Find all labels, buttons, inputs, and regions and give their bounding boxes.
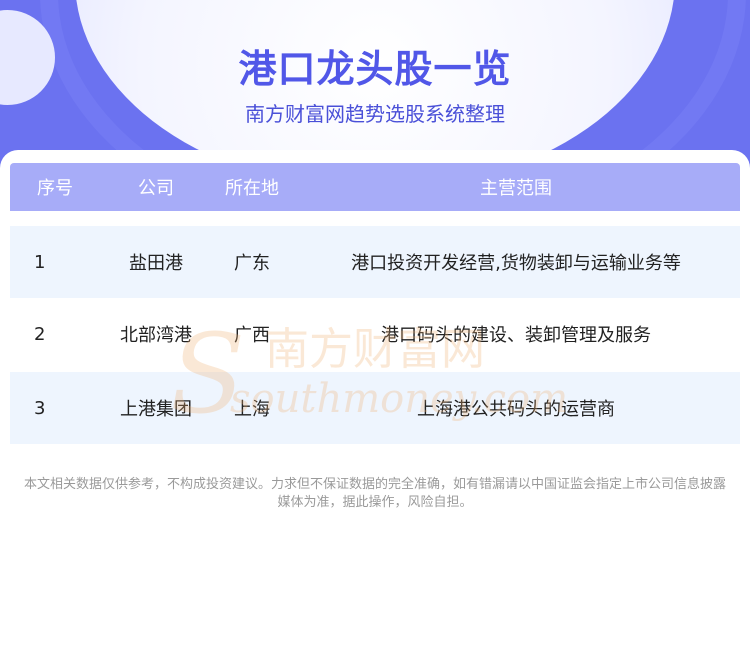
row-location: 广东	[234, 253, 270, 274]
page-title: 港口龙头股一览	[238, 47, 512, 91]
row-company: 上港集团	[120, 399, 192, 420]
table-row: 2 北部湾港 广西 港口码头的建设、装卸管理及服务	[10, 298, 740, 370]
row-location: 广西	[234, 325, 270, 346]
row-business: 上海港公共码头的运营商	[417, 399, 615, 420]
disclaimer-line-2: 媒体为准，据此操作，风险自担。	[277, 495, 473, 510]
table-row: 1 盐田港 广东 港口投资开发经营,货物装卸与运输业务等	[10, 226, 740, 298]
header-company: 公司	[138, 178, 174, 199]
row-index: 3	[34, 397, 46, 419]
table-row: 3 上港集团 上海 上海港公共码头的运营商	[10, 372, 740, 444]
header-index: 序号	[37, 178, 73, 199]
row-index: 2	[34, 323, 46, 345]
table-header-row: 序号 公司 所在地 主营范围	[10, 163, 740, 211]
disclaimer: 本文相关数据仅供参考，不构成投资建议。力求但不保证数据的完全准确，如有错漏请以中…	[0, 476, 750, 512]
header-location: 所在地	[225, 178, 279, 199]
row-business: 港口投资开发经营,货物装卸与运输业务等	[351, 253, 681, 274]
row-index: 1	[34, 251, 46, 273]
header-business: 主营范围	[480, 178, 552, 199]
row-business: 港口码头的建设、装卸管理及服务	[381, 325, 651, 346]
page-subtitle: 南方财富网趋势选股系统整理	[245, 102, 505, 126]
row-location: 上海	[234, 399, 270, 420]
row-company: 北部湾港	[120, 325, 192, 346]
disclaimer-line-1: 本文相关数据仅供参考，不构成投资建议。力求但不保证数据的完全准确，如有错漏请以中…	[23, 477, 726, 492]
row-company: 盐田港	[129, 253, 183, 274]
